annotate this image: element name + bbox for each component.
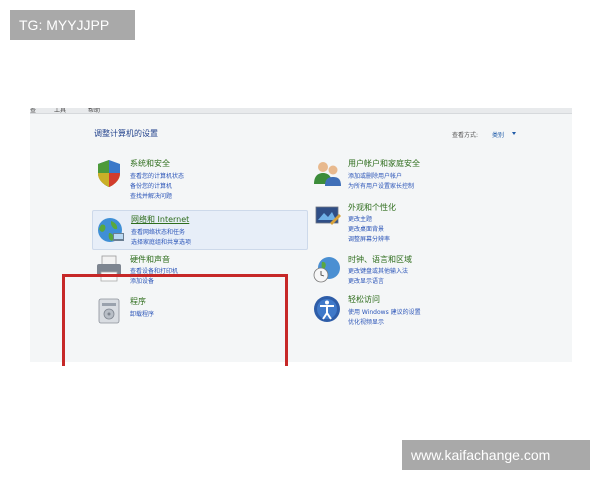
menu-item-help[interactable]: 帮助 bbox=[88, 108, 100, 114]
category-title-clock-language[interactable]: 时钟、语言和区域 bbox=[348, 254, 412, 265]
category-network-internet: 网络和 Internet 查看网络状态和任务 选择家庭组和共享选项 bbox=[92, 210, 308, 250]
link-change-input-method[interactable]: 更改键盘或其他输入法 bbox=[348, 266, 408, 275]
menu-bar: 查 工具 帮助 bbox=[30, 108, 572, 114]
link-view-computer-status[interactable]: 查看您的计算机状态 bbox=[130, 171, 184, 180]
link-parental-controls[interactable]: 为所有用户设置家长控制 bbox=[348, 181, 414, 190]
link-windows-recommended-settings[interactable]: 使用 Windows 建议的设置 bbox=[348, 307, 421, 316]
category-title-network-internet[interactable]: 网络和 Internet bbox=[131, 214, 189, 225]
link-add-remove-accounts[interactable]: 添加或删除用户帐户 bbox=[348, 171, 402, 180]
category-ease-of-access: 轻松访问 使用 Windows 建议的设置 优化视频显示 bbox=[312, 294, 532, 328]
link-change-display-language[interactable]: 更改显示语言 bbox=[348, 276, 384, 285]
view-by-dropdown[interactable]: 类别 bbox=[492, 130, 504, 139]
link-screen-resolution[interactable]: 调整屏幕分辨率 bbox=[348, 234, 390, 243]
category-clock-language: 时钟、语言和区域 更改键盘或其他输入法 更改显示语言 bbox=[312, 254, 532, 288]
personalization-icon bbox=[315, 206, 341, 225]
category-title-user-accounts[interactable]: 用户帐户和家庭安全 bbox=[348, 158, 420, 169]
link-homegroup-sharing[interactable]: 选择家庭组和共享选项 bbox=[131, 237, 191, 246]
category-title-hardware-sound[interactable]: 硬件和声音 bbox=[130, 254, 170, 265]
link-optimize-visual-display[interactable]: 优化视频显示 bbox=[348, 317, 384, 326]
link-backup-computer[interactable]: 备份您的计算机 bbox=[130, 181, 172, 190]
link-find-fix-problems[interactable]: 查找并解决问题 bbox=[130, 191, 172, 200]
network-globe-icon bbox=[98, 218, 124, 242]
users-icon bbox=[314, 162, 341, 186]
category-title-appearance[interactable]: 外观和个性化 bbox=[348, 202, 396, 213]
link-view-network-status[interactable]: 查看网络状态和任务 bbox=[131, 227, 185, 236]
category-user-accounts: 用户帐户和家庭安全 添加或删除用户帐户 为所有用户设置家长控制 bbox=[312, 158, 532, 194]
category-system-security: 系统和安全 查看您的计算机状态 备份您的计算机 查找并解决问题 bbox=[94, 158, 284, 200]
highlight-box bbox=[62, 274, 288, 366]
category-title-system-security[interactable]: 系统和安全 bbox=[130, 158, 170, 169]
clock-globe-icon bbox=[313, 257, 340, 283]
link-change-theme[interactable]: 更改主题 bbox=[348, 214, 372, 223]
link-change-background[interactable]: 更改桌面背景 bbox=[348, 224, 384, 233]
chevron-down-icon[interactable] bbox=[512, 132, 516, 135]
menu-item-view[interactable]: 查 bbox=[30, 108, 36, 114]
watermark-top: TG: MYYJJPP bbox=[10, 10, 135, 40]
menu-item-tools[interactable]: 工具 bbox=[54, 108, 66, 114]
ease-of-access-icon bbox=[314, 296, 340, 322]
category-title-ease-of-access[interactable]: 轻松访问 bbox=[348, 294, 380, 305]
shield-icon bbox=[98, 160, 120, 187]
view-by-label: 查看方式: bbox=[452, 132, 479, 139]
category-appearance: 外观和个性化 更改主题 更改桌面背景 调整屏幕分辨率 bbox=[312, 202, 532, 246]
page-title: 调整计算机的设置 bbox=[94, 129, 158, 138]
watermark-bottom: www.kaifachange.com bbox=[402, 440, 590, 470]
